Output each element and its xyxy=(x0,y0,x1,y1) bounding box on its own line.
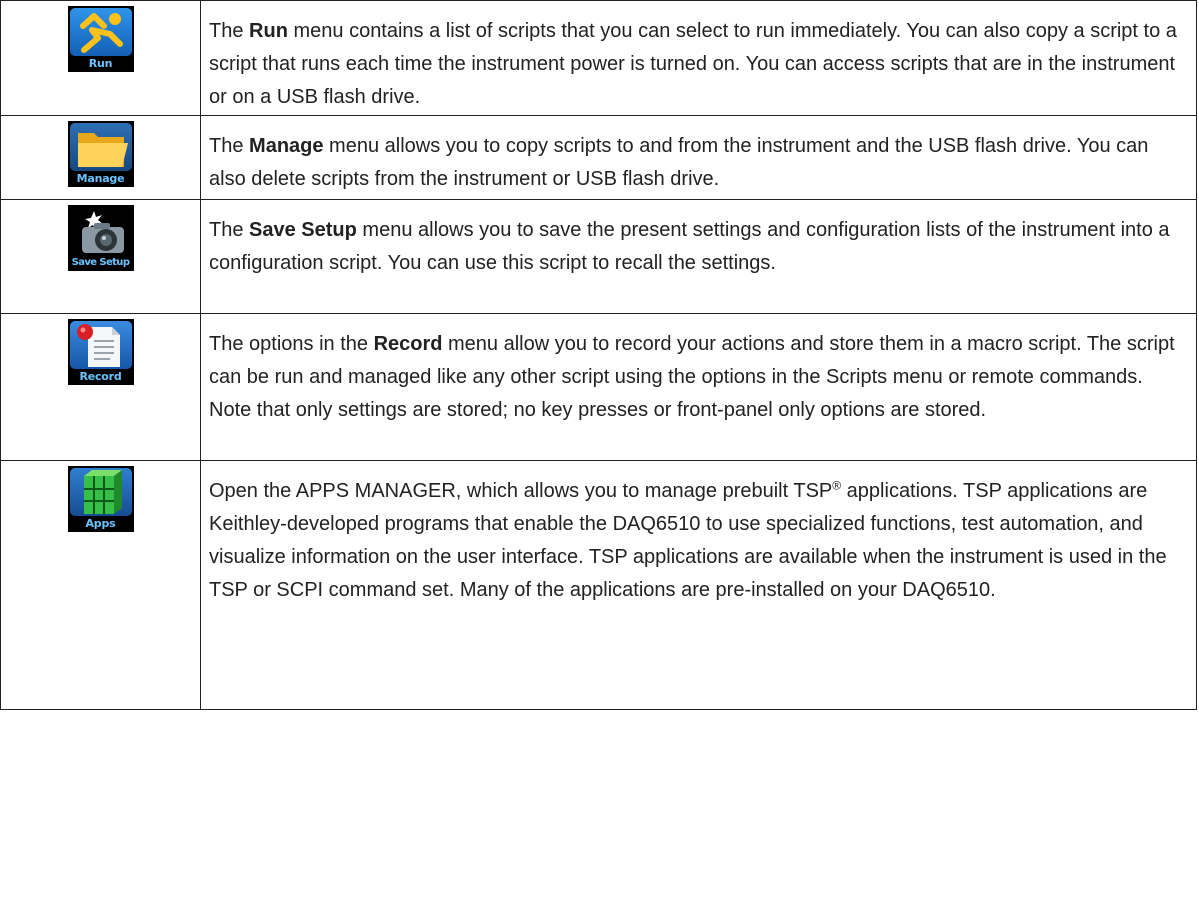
manage-icon: Manage xyxy=(67,121,134,187)
menu-name: Save Setup xyxy=(249,219,357,241)
menu-name: Record xyxy=(373,333,443,355)
icon-caption: Manage xyxy=(76,172,125,185)
icon-cell: Manage xyxy=(0,115,201,200)
table-row: Run The Run menu contains a list of scri… xyxy=(0,0,1197,116)
menu-name: Run xyxy=(249,20,288,42)
table-row: Record The options in the Record menu al… xyxy=(0,313,1197,461)
menu-table: Run The Run menu contains a list of scri… xyxy=(0,0,1197,710)
icon-cell: Record xyxy=(0,313,201,461)
table-row: Apps Open the APPS MANAGER, which allows… xyxy=(0,460,1197,710)
icon-cell: Run xyxy=(0,0,201,116)
icon-caption: Apps xyxy=(85,517,116,530)
registered-mark: ® xyxy=(832,478,842,493)
icon-cell: Apps xyxy=(0,460,201,710)
table-row: Manage The Manage menu allows you to cop… xyxy=(0,115,1197,200)
icon-caption: Save Setup xyxy=(71,257,130,268)
icon-caption: Run xyxy=(88,57,113,70)
table-row: Save Setup The Save Setup menu allows yo… xyxy=(0,199,1197,314)
description-cell: The Run menu contains a list of scripts … xyxy=(200,0,1197,116)
save-setup-icon: Save Setup xyxy=(67,205,134,271)
description-cell: The Manage menu allows you to copy scrip… xyxy=(200,115,1197,200)
description-cell: The options in the Record menu allow you… xyxy=(200,313,1197,461)
record-icon: Record xyxy=(67,319,134,385)
run-icon: Run xyxy=(67,6,134,72)
icon-caption: Record xyxy=(79,370,122,383)
apps-icon: Apps xyxy=(67,466,134,532)
icon-cell: Save Setup xyxy=(0,199,201,314)
menu-name: Manage xyxy=(249,135,324,157)
description-cell: Open the APPS MANAGER, which allows you … xyxy=(200,460,1197,710)
description-cell: The Save Setup menu allows you to save t… xyxy=(200,199,1197,314)
